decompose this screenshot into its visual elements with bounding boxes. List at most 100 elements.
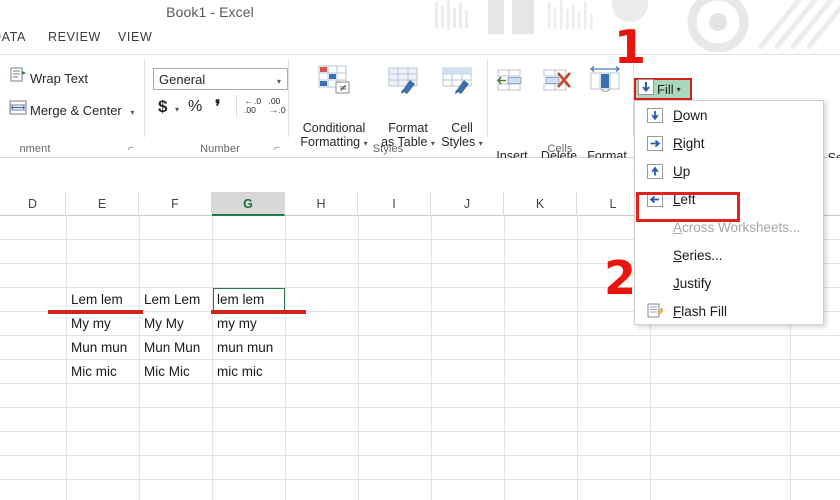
conditional-formatting-icon: ≠ [318,65,352,100]
currency-format-button[interactable]: $ [158,97,167,117]
fill-menu-item-justify[interactable]: Justify [635,269,823,297]
column-header-h[interactable]: H [285,192,358,216]
cell-f3[interactable]: Lem Lem [141,288,200,312]
cell-styles-icon [442,67,478,100]
arrow-up-icon [645,162,665,180]
fill-menu-item-series[interactable]: Series... [635,241,823,269]
group-separator [487,59,488,137]
insert-cells-icon [496,69,530,100]
fill-menu-item-label: Across Worksheets... [673,219,801,235]
grid-column-line [212,216,213,500]
group-separator [288,59,289,137]
fill-menu-item-up[interactable]: Up [635,157,823,185]
excel-window: Book1 - Excel DATA REVIEW VIEW Wrap Text [0,0,840,500]
fill-menu-item-label: Justify [673,275,712,291]
cells-group-label: Cells [547,143,573,155]
tab-view[interactable]: VIEW [118,30,152,44]
alignment-group-label: nment [19,143,51,155]
fill-dropdown-menu[interactable]: Down Right Up Left Across Worksheets... Serie… [634,100,824,325]
grid-row[interactable] [0,480,840,500]
fill-menu-item-label: Down [673,107,708,123]
window-title: Book1 - Excel [166,4,254,20]
grid-column-line [139,216,140,500]
fill-menu-item-right[interactable]: Right [635,129,823,157]
styles-group-label: Styles [372,143,404,155]
grid-row[interactable] [0,360,840,384]
wrap-text-icon [10,67,27,87]
annotation-step-2: 2 [604,251,637,305]
number-format-dropdown[interactable]: General ▾ [153,68,288,90]
annotation-underline-source [48,310,143,314]
annotation-underline-result [211,310,306,314]
cell-e5[interactable]: Mun mun [68,336,127,360]
grid-column-line [285,216,286,500]
number-group-label: Number [200,143,240,155]
cell-f5[interactable]: Mun Mun [141,336,200,360]
arrow-left-icon [645,190,665,208]
number-format-value: General [159,72,206,87]
merge-center-label: Merge & Center [30,103,122,118]
cell-e6[interactable]: Mic mic [68,360,117,384]
fill-menu-item-label: Up [673,163,691,179]
delete-cells-icon [542,69,576,100]
group-separator [144,59,145,137]
chevron-down-icon: ▾ [276,77,281,86]
alignment-dialog-launcher-icon[interactable]: ⌐ [128,143,139,154]
merge-center-caret-icon: ▾ [130,108,135,117]
column-header-f[interactable]: F [139,192,212,216]
cell-f6[interactable]: Mic Mic [141,360,190,384]
fill-caret-icon: ▾ [676,84,681,94]
decimal-buttons: ←.0 .00 .00 →.0 [244,97,288,118]
cell-e3[interactable]: Lem lem [68,288,123,312]
fill-icon [638,78,654,100]
merge-center-button[interactable]: Merge & Center ▾ [30,103,134,118]
column-header-j[interactable]: J [431,192,504,216]
grid-row[interactable] [0,432,840,456]
cell-g3[interactable]: lem lem [214,288,264,312]
tab-data[interactable]: DATA [0,30,26,44]
comma-format-button[interactable]: ❜ [215,97,220,117]
arrow-right-icon [645,134,665,152]
increase-decimal-button[interactable]: ←.0 .00 [244,97,264,115]
cell-g5[interactable]: mun mun [214,336,273,360]
grid-column-line [358,216,359,500]
fill-menu-item-label: Series... [673,247,723,263]
column-header-k[interactable]: K [504,192,577,216]
column-header-e[interactable]: E [66,192,139,216]
percent-format-button[interactable]: % [188,98,202,116]
title-bar: Book1 - Excel [0,0,840,28]
grid-row[interactable] [0,456,840,480]
grid-row[interactable] [0,384,840,408]
flash-fill-icon [645,302,665,320]
currency-caret-icon[interactable]: ▾ [175,105,179,114]
column-header-i[interactable]: I [358,192,431,216]
cell-f4[interactable]: My My [141,312,184,336]
tab-review[interactable]: REVIEW [48,30,101,44]
decrease-decimal-button[interactable]: .00 →.0 [268,97,288,116]
cell-g6[interactable]: mic mic [214,360,263,384]
cell-e4[interactable]: My my [68,312,111,336]
format-as-table-icon [388,67,424,100]
merge-center-icon [9,100,27,120]
fill-menu-item-left[interactable]: Left [635,185,823,213]
grid-column-line [577,216,578,500]
number-dialog-launcher-icon[interactable]: ⌐ [274,143,285,154]
arrow-right-icon: → [268,105,279,116]
grid-row[interactable] [0,408,840,432]
fill-menu-item-acrossworksheets: Across Worksheets... [635,213,823,241]
grid-column-line [431,216,432,500]
fill-menu-item-down[interactable]: Down [635,101,823,129]
wrap-text-button[interactable]: Wrap Text [30,71,88,86]
fill-button[interactable]: Fill ▾ [634,78,692,100]
fill-label: Fill [657,81,674,97]
fill-menu-item-label: Left [673,191,696,207]
svg-text:≠: ≠ [339,83,347,94]
column-header-d[interactable]: D [0,192,66,216]
fill-menu-item-label: Flash Fill [673,303,728,319]
grid-column-line [66,216,67,500]
divider [236,95,237,117]
cell-g4[interactable]: my my [214,312,257,336]
column-header-g[interactable]: G [212,192,285,216]
annotation-step-1: 1 [614,20,647,74]
fill-menu-item-flashfill[interactable]: Flash Fill [635,297,823,325]
